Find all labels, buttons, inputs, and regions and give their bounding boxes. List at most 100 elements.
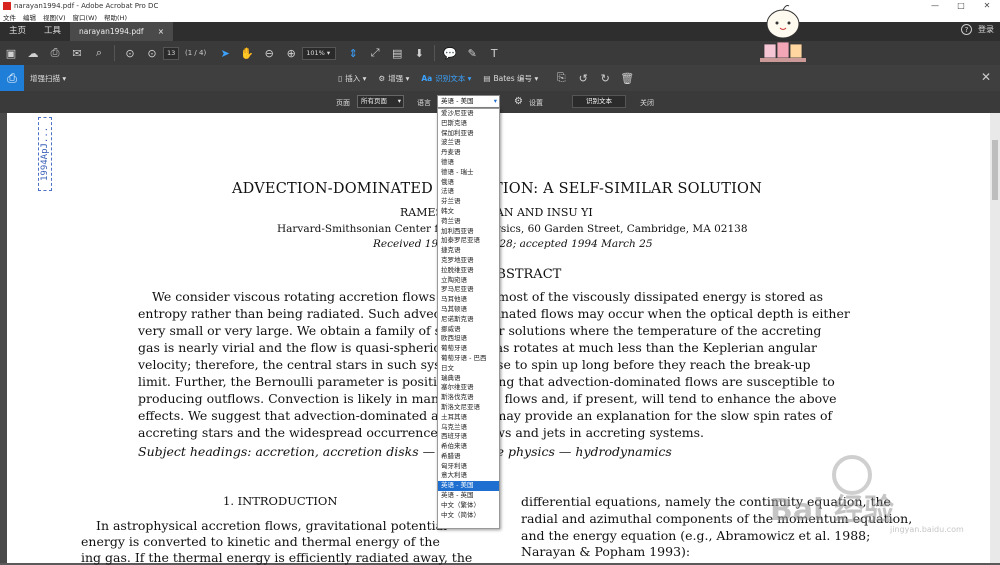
left-panel-strip[interactable] bbox=[0, 113, 7, 563]
language-option[interactable]: 保加利亚语 bbox=[438, 129, 499, 139]
language-option[interactable]: 波兰语 bbox=[438, 138, 499, 148]
language-option[interactable]: 加利西亚语 bbox=[438, 227, 499, 237]
language-option[interactable]: 爱沙尼亚语 bbox=[438, 109, 499, 119]
bates-menu[interactable]: ▤ Bates 编号 ▾ bbox=[483, 73, 538, 84]
language-option[interactable]: 塞尔维亚语 bbox=[438, 383, 499, 393]
delete-icon[interactable]: 🗑 bbox=[616, 66, 638, 90]
help-icon[interactable]: ? bbox=[961, 24, 972, 35]
print-icon[interactable]: ⎙ bbox=[44, 41, 66, 65]
language-option[interactable]: 欧西坦语 bbox=[438, 334, 499, 344]
language-option[interactable]: 中文（简体） bbox=[438, 511, 499, 521]
page-number-input[interactable]: 13 bbox=[163, 46, 179, 60]
zoom-out-icon[interactable]: ⊖ bbox=[258, 41, 280, 65]
enhance-scans-label[interactable]: 增强扫描 ▾ bbox=[30, 73, 66, 84]
menu-help[interactable]: 帮助(H) bbox=[104, 12, 127, 22]
export-icon[interactable]: ⎘ bbox=[550, 66, 572, 90]
language-option[interactable]: 法语 bbox=[438, 187, 499, 197]
close-toolbar-icon[interactable]: ✕ bbox=[981, 70, 991, 84]
login-link[interactable]: 登录 bbox=[978, 24, 994, 35]
recognize-text-menu[interactable]: Aa 识别文本 ▾ bbox=[421, 73, 471, 84]
scroll-mode-icon[interactable]: ▤ bbox=[386, 41, 408, 65]
language-option[interactable]: 丹麦语 bbox=[438, 148, 499, 158]
language-option[interactable]: 克罗地亚语 bbox=[438, 256, 499, 266]
next-page-icon[interactable]: ⊙ bbox=[141, 41, 163, 65]
email-icon[interactable]: ✉ bbox=[66, 41, 88, 65]
language-option[interactable]: 土耳其语 bbox=[438, 413, 499, 423]
recognize-text-button[interactable]: 识别文本 bbox=[572, 95, 626, 108]
rotate-left-icon[interactable]: ↺ bbox=[572, 66, 594, 90]
fit-page-icon[interactable]: ⇕ bbox=[342, 41, 364, 65]
language-option[interactable]: 捷克语 bbox=[438, 246, 499, 256]
language-option[interactable]: 匈牙利语 bbox=[438, 462, 499, 472]
language-option[interactable]: 芬兰语 bbox=[438, 197, 499, 207]
scrollbar-thumb[interactable] bbox=[992, 140, 998, 200]
save-icon[interactable]: ▣ bbox=[0, 41, 22, 65]
language-option[interactable]: 挪威语 bbox=[438, 325, 499, 335]
language-option[interactable]: 荷兰语 bbox=[438, 217, 499, 227]
comment-icon[interactable]: 💬 bbox=[439, 41, 461, 65]
zoom-level-select[interactable]: 101% ▾ bbox=[302, 46, 337, 60]
search-icon[interactable]: ⌕ bbox=[88, 41, 110, 65]
language-option[interactable]: 希腊语 bbox=[438, 452, 499, 462]
language-option[interactable]: 马耳他语 bbox=[438, 295, 499, 305]
minimize-button[interactable]: — bbox=[922, 0, 948, 12]
tab-document[interactable]: narayan1994.pdf × bbox=[70, 22, 174, 41]
add-text-icon[interactable]: T bbox=[483, 41, 505, 65]
highlight-pen-icon[interactable]: ✎ bbox=[461, 41, 483, 65]
language-option[interactable]: 罗马尼亚语 bbox=[438, 285, 499, 295]
language-option[interactable]: 拉脱维亚语 bbox=[438, 266, 499, 276]
language-option[interactable]: 英语 - 美国 bbox=[438, 481, 499, 492]
read-mode-icon[interactable]: ⬇ bbox=[408, 41, 430, 65]
language-option[interactable]: 加泰罗尼亚语 bbox=[438, 236, 499, 246]
tab-home[interactable]: 主页 bbox=[0, 22, 35, 41]
hand-tool-icon[interactable]: ✋ bbox=[236, 41, 258, 65]
enhance-menu[interactable]: ⚙ 增强 ▾ bbox=[378, 73, 409, 84]
language-option[interactable]: 斯洛伐克语 bbox=[438, 393, 499, 403]
language-dropdown-list[interactable]: 爱沙尼亚语 巴斯克语 保加利亚语 波兰语 丹麦语 德语 德语 - 瑞士 俄语 法语 芬兰语 韩文 荷兰… bbox=[437, 108, 500, 529]
menu-edit[interactable]: 编辑 bbox=[23, 12, 36, 22]
language-option[interactable]: 德语 - 瑞士 bbox=[438, 168, 499, 178]
language-option[interactable]: 德语 bbox=[438, 158, 499, 168]
language-option[interactable]: 立陶宛语 bbox=[438, 276, 499, 286]
settings-label[interactable]: 设置 bbox=[529, 98, 543, 108]
language-option[interactable]: 葡萄牙语 - 巴西 bbox=[438, 354, 499, 364]
language-option[interactable]: 马其顿语 bbox=[438, 305, 499, 315]
language-select[interactable]: 英语 - 美国 ▾ bbox=[437, 95, 500, 108]
language-option[interactable]: 希伯来语 bbox=[438, 442, 499, 452]
insert-menu[interactable]: ▯ 插入 ▾ bbox=[338, 73, 366, 84]
prev-page-icon[interactable]: ⊙ bbox=[119, 41, 141, 65]
language-option[interactable]: 意大利语 bbox=[438, 471, 499, 481]
ocr-options-bar: 页面 所有页面 ▾ 语言 英语 - 美国 ▾ ⚙ 设置 识别文本 关闭 bbox=[0, 91, 1000, 113]
settings-gear-icon[interactable]: ⚙ bbox=[514, 96, 523, 107]
introduction-heading: 1. INTRODUCTION bbox=[223, 494, 338, 508]
language-option[interactable]: 日文 bbox=[438, 364, 499, 374]
maximize-button[interactable]: □ bbox=[948, 0, 974, 12]
toolbar-divider bbox=[114, 45, 115, 61]
pages-select[interactable]: 所有页面 ▾ bbox=[357, 95, 404, 108]
language-option[interactable]: 葡萄牙语 bbox=[438, 344, 499, 354]
tab-close-icon[interactable]: × bbox=[158, 22, 164, 41]
language-option[interactable]: 尼诺斯克语 bbox=[438, 315, 499, 325]
full-screen-icon[interactable]: ⤢ bbox=[364, 41, 386, 65]
menu-window[interactable]: 窗口(W) bbox=[73, 12, 98, 22]
close-options-link[interactable]: 关闭 bbox=[640, 98, 654, 108]
rotate-right-icon[interactable]: ↻ bbox=[594, 66, 616, 90]
cloud-upload-icon[interactable]: ☁ bbox=[22, 41, 44, 65]
menu-view[interactable]: 视图(V) bbox=[43, 12, 66, 22]
tab-tools[interactable]: 工具 bbox=[35, 22, 70, 41]
language-option[interactable]: 韩文 bbox=[438, 207, 499, 217]
language-option[interactable]: 瑞典语 bbox=[438, 374, 499, 384]
language-option[interactable]: 巴斯克语 bbox=[438, 119, 499, 129]
language-option[interactable]: 英语 - 英国 bbox=[438, 491, 499, 501]
language-option[interactable]: 西班牙语 bbox=[438, 432, 499, 442]
select-arrow-icon[interactable]: ➤ bbox=[214, 41, 236, 65]
zoom-in-icon[interactable]: ⊕ bbox=[280, 41, 302, 65]
language-option[interactable]: 斯洛文尼亚语 bbox=[438, 403, 499, 413]
language-option[interactable]: 俄语 bbox=[438, 178, 499, 188]
menu-file[interactable]: 文件 bbox=[3, 12, 16, 22]
language-option[interactable]: 乌克兰语 bbox=[438, 423, 499, 433]
zoom-level-value: 101% bbox=[306, 48, 325, 57]
vertical-scrollbar[interactable] bbox=[990, 113, 1000, 563]
language-option[interactable]: 中文（繁体） bbox=[438, 501, 499, 511]
close-window-button[interactable]: ✕ bbox=[974, 0, 1000, 12]
